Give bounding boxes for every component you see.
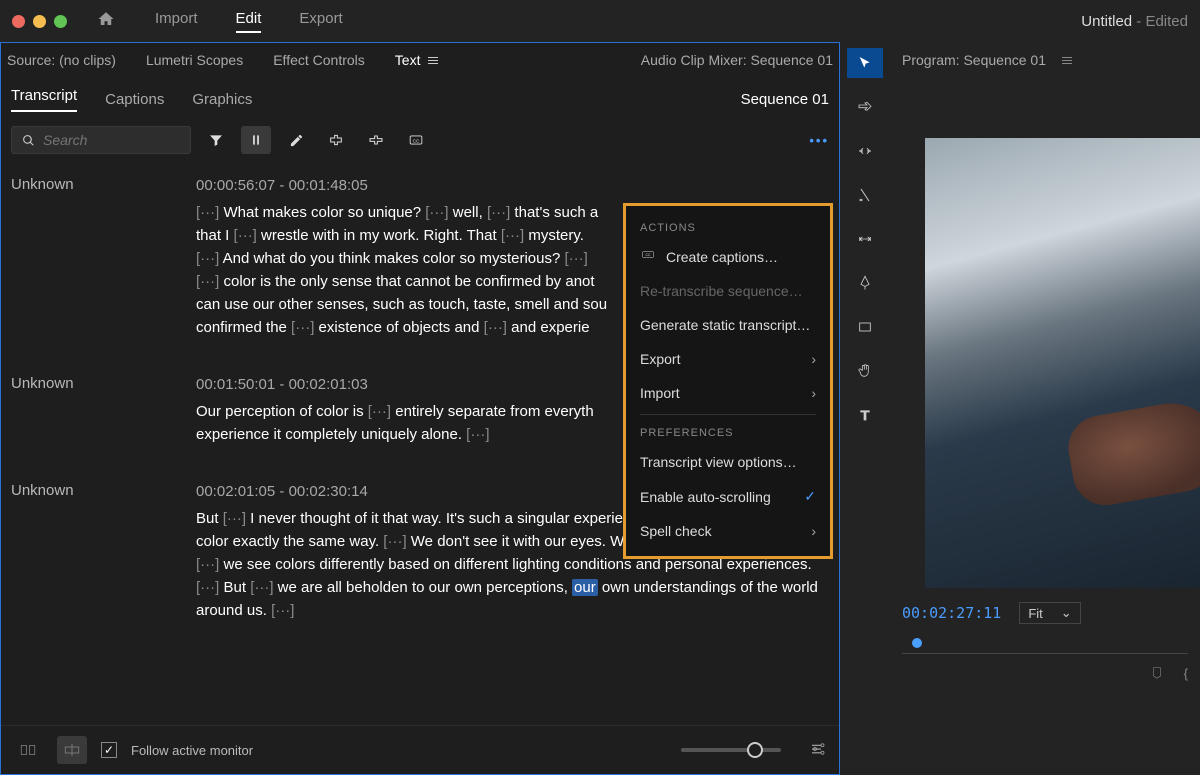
menu-retranscribe: Re-transcribe sequence…	[626, 274, 830, 308]
hand-tool-icon[interactable]	[847, 356, 883, 386]
program-title: Program: Sequence 01	[902, 52, 1046, 68]
selection-tool-icon[interactable]	[847, 48, 883, 78]
program-playbar: 00:02:27:11 Fit⌄	[890, 588, 1200, 638]
project-title: Untitled - Edited	[1081, 13, 1188, 30]
speaker-label[interactable]: Unknown	[11, 373, 186, 446]
subtab-transcript[interactable]: Transcript	[11, 87, 77, 112]
panel-tabs-row: Source: (no clips) Lumetri Scopes Effect…	[1, 43, 839, 77]
pencil-icon[interactable]	[281, 126, 311, 154]
panel-menu-icon[interactable]	[428, 57, 438, 64]
insert-clip-icon[interactable]	[321, 126, 351, 154]
cc-icon: CC	[640, 251, 656, 263]
panel-menu-icon[interactable]	[1062, 57, 1072, 64]
type-tool-icon[interactable]	[847, 400, 883, 430]
menu-separator	[640, 414, 816, 415]
actions-dropdown: ACTIONS CC Create captions… Re-transcrib…	[623, 203, 833, 559]
text-subtabs: Transcript Captions Graphics Sequence 01	[1, 77, 839, 118]
speaker-label[interactable]: Unknown	[11, 480, 186, 622]
in-point-icon[interactable]: {	[1184, 666, 1188, 683]
search-icon	[22, 133, 35, 148]
dropdown-header: ACTIONS	[626, 214, 830, 240]
app-titlebar: Import Edit Export Untitled - Edited	[0, 0, 1200, 42]
current-timecode[interactable]: 00:02:27:11	[902, 604, 1001, 622]
tab-text[interactable]: Text	[395, 52, 439, 68]
more-options-icon[interactable]: •••	[809, 133, 829, 148]
overwrite-clip-icon[interactable]	[361, 126, 391, 154]
sequence-name: Sequence 01	[741, 91, 829, 108]
svg-text:CC: CC	[413, 138, 420, 143]
transcript-toolbar: CC •••	[1, 118, 839, 164]
workspace-tab-export[interactable]: Export	[299, 10, 342, 33]
speaker-label[interactable]: Unknown	[11, 174, 186, 339]
pause-segments-icon[interactable]	[241, 126, 271, 154]
maximize-icon[interactable]	[54, 15, 67, 28]
close-icon[interactable]	[12, 15, 25, 28]
overwrite-footer-icon[interactable]	[57, 736, 87, 764]
tab-source[interactable]: Source: (no clips)	[7, 52, 116, 68]
tool-strip	[840, 42, 890, 775]
playhead-icon[interactable]	[912, 638, 922, 648]
filter-icon[interactable]	[201, 126, 231, 154]
svg-text:CC: CC	[645, 253, 651, 257]
tab-lumetri[interactable]: Lumetri Scopes	[146, 52, 243, 68]
search-field[interactable]	[43, 132, 180, 148]
home-icon[interactable]	[97, 10, 115, 33]
menu-export[interactable]: Export›	[626, 342, 830, 376]
razor-tool-icon[interactable]	[847, 180, 883, 210]
pen-tool-icon[interactable]	[847, 268, 883, 298]
settings-icon[interactable]	[809, 740, 827, 761]
marker-icon[interactable]	[1150, 666, 1164, 683]
ripple-edit-icon[interactable]	[847, 136, 883, 166]
chevron-right-icon: ›	[811, 385, 816, 401]
check-icon: ✓	[804, 488, 816, 505]
workspace-tab-import[interactable]: Import	[155, 10, 198, 33]
chevron-right-icon: ›	[811, 523, 816, 539]
subtab-captions[interactable]: Captions	[105, 91, 164, 108]
workspace-tab-edit[interactable]: Edit	[236, 10, 262, 33]
subtab-graphics[interactable]: Graphics	[192, 91, 252, 108]
cc-icon[interactable]: CC	[401, 126, 431, 154]
zoom-slider[interactable]	[681, 748, 781, 752]
minimize-icon[interactable]	[33, 15, 46, 28]
menu-create-captions[interactable]: CC Create captions…	[626, 240, 830, 274]
window-controls[interactable]	[12, 15, 67, 28]
search-input[interactable]	[11, 126, 191, 154]
program-monitor[interactable]	[925, 138, 1200, 588]
insert-footer-icon[interactable]	[13, 736, 43, 764]
text-panel: Source: (no clips) Lumetri Scopes Effect…	[0, 42, 840, 775]
program-timeline[interactable]	[902, 640, 1188, 654]
menu-import[interactable]: Import›	[626, 376, 830, 410]
menu-auto-scrolling[interactable]: Enable auto-scrolling✓	[626, 479, 830, 514]
follow-monitor-label: Follow active monitor	[131, 743, 253, 758]
transcript-footer: ✓ Follow active monitor	[1, 725, 839, 774]
follow-monitor-checkbox[interactable]: ✓	[101, 742, 117, 758]
zoom-fit-select[interactable]: Fit⌄	[1019, 602, 1080, 624]
workspace-tabs: Import Edit Export	[155, 10, 343, 33]
menu-spell-check[interactable]: Spell check›	[626, 514, 830, 548]
track-select-icon[interactable]	[847, 92, 883, 122]
dropdown-header: PREFERENCES	[626, 419, 830, 445]
menu-static-transcript[interactable]: Generate static transcript…	[626, 308, 830, 342]
chevron-right-icon: ›	[811, 351, 816, 367]
chevron-down-icon: ⌄	[1061, 605, 1072, 621]
slip-tool-icon[interactable]	[847, 224, 883, 254]
tab-effect-controls[interactable]: Effect Controls	[273, 52, 365, 68]
tab-audio-mixer[interactable]: Audio Clip Mixer: Sequence 01	[641, 52, 833, 68]
menu-view-options[interactable]: Transcript view options…	[626, 445, 830, 479]
rectangle-tool-icon[interactable]	[847, 312, 883, 342]
timecode-range: 00:00:56:07 - 00:01:48:05	[196, 174, 829, 197]
program-panel: Program: Sequence 01 00:02:27:11 Fit⌄ {	[890, 42, 1200, 775]
